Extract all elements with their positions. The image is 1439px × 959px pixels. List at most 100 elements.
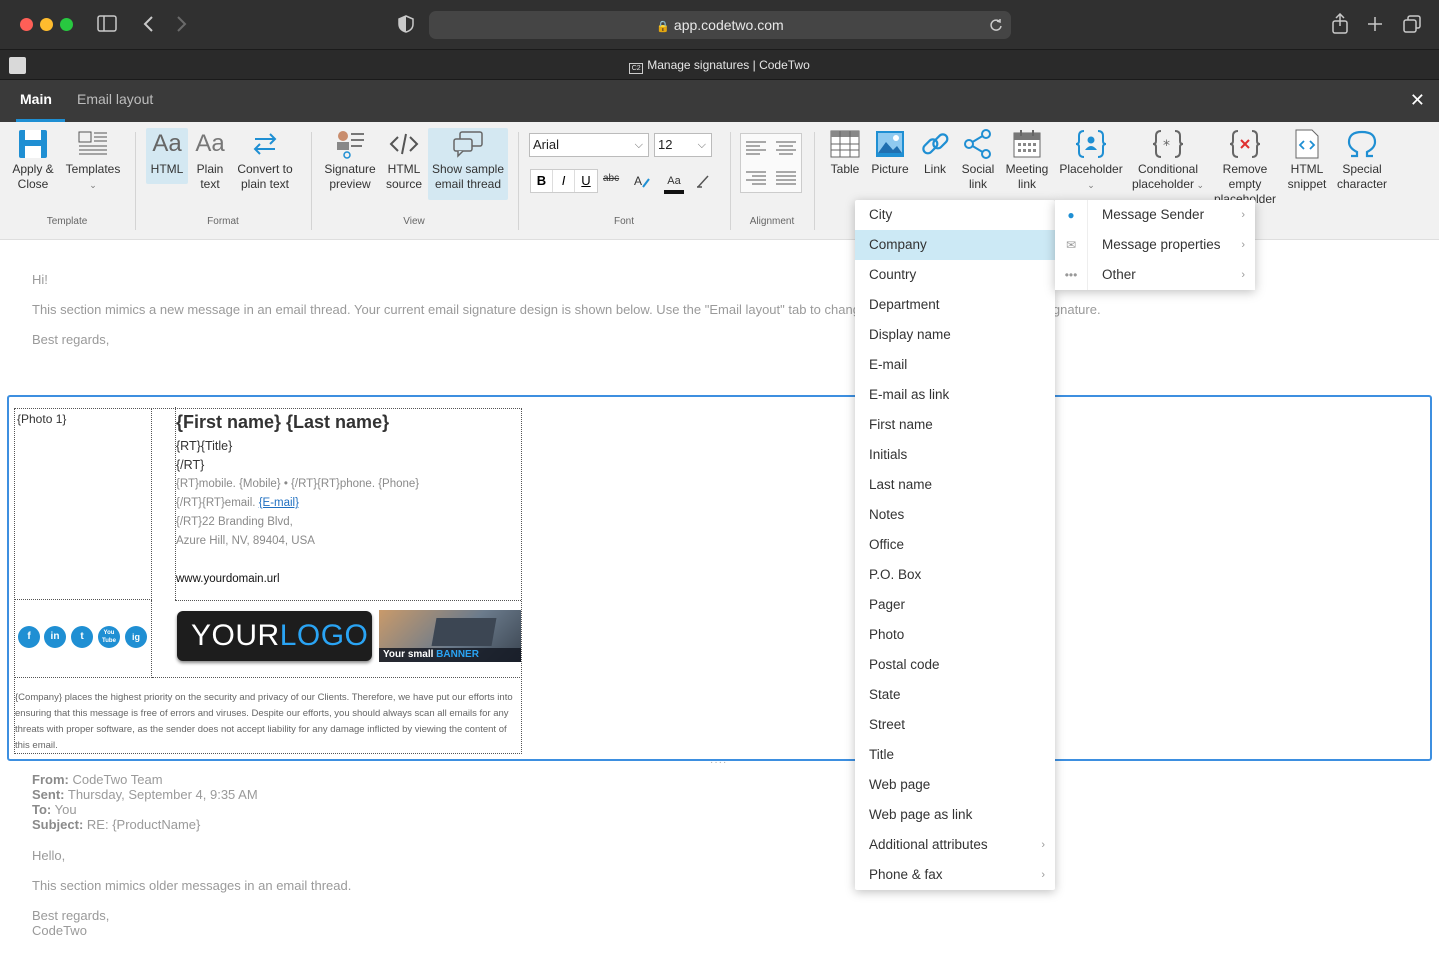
menu-item-notes[interactable]: Notes — [855, 500, 1055, 530]
editor-nav: Main Email layout ✕ — [0, 80, 1439, 122]
signature-email-link[interactable]: {E-mail} — [259, 497, 299, 509]
tab-main[interactable]: Main — [16, 80, 65, 122]
strikethrough-button[interactable]: abc — [603, 173, 619, 184]
templates-button[interactable]: Templates ⌄ — [64, 128, 122, 193]
submenu-item-message-sender[interactable]: ● Message Sender › — [1055, 200, 1255, 230]
photo-cell[interactable]: {Photo 1} — [15, 409, 152, 600]
share-icon[interactable] — [1331, 13, 1349, 35]
menu-item-photo[interactable]: Photo — [855, 620, 1055, 650]
clear-format-icon[interactable] — [696, 173, 710, 189]
insert-meeting-link-button[interactable]: Meeting link — [1004, 128, 1050, 192]
older-message-text: This section mimics older messages in an… — [32, 878, 352, 893]
menu-item-web-page-as-link[interactable]: Web page as link — [855, 800, 1055, 830]
menu-item-title[interactable]: Title — [855, 740, 1055, 770]
signature-preview-button[interactable]: Signature preview — [322, 128, 378, 192]
apply-close-button[interactable]: Apply & Close — [6, 128, 60, 192]
signature-phones: {RT}mobile. {Mobile} • {/RT}{RT}phone. {… — [176, 478, 420, 490]
svg-text:*: * — [1163, 138, 1170, 154]
meta-to: To: You — [32, 802, 77, 817]
insert-special-character-button[interactable]: Special character — [1334, 128, 1390, 192]
show-sample-thread-button[interactable]: Show sample email thread — [428, 128, 508, 200]
menu-item-company[interactable]: Company — [855, 230, 1055, 260]
menu-item-email-as-link[interactable]: E-mail as link — [855, 380, 1055, 410]
tab-title[interactable]: C2 Manage signatures | CodeTwo — [0, 50, 1439, 80]
close-window-button[interactable] — [20, 18, 33, 31]
chevron-down-icon: ⌄ — [1087, 180, 1095, 190]
insert-link-button[interactable]: Link — [916, 128, 954, 177]
insert-table-button[interactable]: Table — [826, 128, 864, 177]
remove-empty-placeholder-button[interactable]: Remove empty placeholder — [1212, 128, 1278, 207]
forward-icon[interactable] — [176, 15, 188, 33]
alignment-grid — [740, 133, 802, 193]
menu-item-web-page[interactable]: Web page — [855, 770, 1055, 800]
picture-icon — [876, 131, 904, 157]
chevron-right-icon: › — [1241, 269, 1245, 281]
html-format-button[interactable]: Aa HTML — [146, 128, 188, 184]
font-color-button[interactable]: Aa — [664, 171, 684, 194]
shield-icon[interactable] — [398, 15, 414, 33]
align-justify-icon[interactable] — [776, 170, 796, 186]
align-left-icon[interactable] — [746, 140, 766, 156]
tab-email-layout[interactable]: Email layout — [73, 80, 157, 122]
menu-item-postal-code[interactable]: Postal code — [855, 650, 1055, 680]
reload-icon[interactable] — [989, 18, 1003, 32]
sidebar-icon[interactable] — [97, 15, 117, 33]
html-source-button[interactable]: HTML source — [384, 128, 424, 192]
menu-item-additional-attributes[interactable]: Additional attributes › — [855, 830, 1055, 860]
calendar-icon — [1013, 130, 1041, 158]
chevron-right-icon: › — [1041, 869, 1045, 881]
resize-handle[interactable]: ···· — [710, 757, 727, 768]
highlight-icon[interactable]: A — [633, 173, 651, 189]
font-size-select[interactable]: 12 ⌵ — [654, 133, 712, 157]
align-right-icon[interactable] — [746, 170, 766, 186]
menu-item-last-name[interactable]: Last name — [855, 470, 1055, 500]
submenu-item-message-properties[interactable]: ✉ Message properties › — [1055, 230, 1255, 260]
maximize-window-button[interactable] — [60, 18, 73, 31]
minimize-window-button[interactable] — [40, 18, 53, 31]
menu-item-country[interactable]: Country — [855, 260, 1055, 290]
older-sign: CodeTwo — [32, 923, 87, 938]
underline-button[interactable]: U — [575, 170, 597, 192]
menu-item-initials[interactable]: Initials — [855, 440, 1055, 470]
submenu-item-other[interactable]: ••• Other › — [1055, 260, 1255, 290]
chevron-down-icon: ⌄ — [89, 180, 97, 190]
divider — [175, 600, 521, 601]
insert-placeholder-button[interactable]: Placeholder ⌄ — [1058, 128, 1124, 193]
insert-social-link-button[interactable]: Social link — [958, 128, 998, 192]
convert-plain-button[interactable]: Convert to plain text — [234, 128, 296, 192]
menu-item-street[interactable]: Street — [855, 710, 1055, 740]
text-style-group: B I U — [530, 169, 598, 193]
bold-button[interactable]: B — [531, 170, 553, 192]
conditional-placeholder-button[interactable]: * Conditional placeholder ⌄ — [1130, 128, 1206, 193]
menu-item-state[interactable]: State — [855, 680, 1055, 710]
address-bar[interactable]: 🔒 app.codetwo.com — [429, 11, 1011, 39]
more-dots-icon: ••• — [1055, 260, 1088, 290]
new-tab-icon[interactable] — [1367, 16, 1383, 32]
menu-item-department[interactable]: Department — [855, 290, 1055, 320]
signature-email-line: {/RT}{RT}email. {E-mail} — [176, 497, 299, 509]
chevron-right-icon: › — [1241, 239, 1245, 251]
group-label-font: Font — [613, 216, 634, 227]
italic-button[interactable]: I — [553, 170, 575, 192]
menu-item-office[interactable]: Office — [855, 530, 1055, 560]
close-editor-button[interactable]: ✕ — [1410, 90, 1425, 111]
tabs-overview-icon[interactable] — [1403, 15, 1421, 33]
menu-item-first-name[interactable]: First name — [855, 410, 1055, 440]
youtube-icon: You Tube — [98, 626, 120, 648]
menu-item-phone-fax[interactable]: Phone & fax › — [855, 860, 1055, 890]
url-text: app.codetwo.com — [673, 17, 784, 33]
menu-item-city[interactable]: City — [855, 200, 1055, 230]
insert-picture-button[interactable]: Picture — [870, 128, 910, 177]
font-family-select[interactable]: Arial ⌵ — [529, 133, 649, 157]
codetwo-favicon-icon: C2 — [629, 63, 644, 74]
plain-text-button[interactable]: Aa Plain text — [192, 128, 228, 192]
menu-item-pager[interactable]: Pager — [855, 590, 1055, 620]
align-center-icon[interactable] — [776, 140, 796, 156]
conditional-placeholder-icon: * — [1152, 130, 1184, 158]
menu-item-display-name[interactable]: Display name — [855, 320, 1055, 350]
menu-item-po-box[interactable]: P.O. Box — [855, 560, 1055, 590]
insert-html-snippet-button[interactable]: HTML snippet — [1284, 128, 1330, 192]
signature-disclaimer: {Company} places the highest priority on… — [15, 692, 513, 751]
back-icon[interactable] — [142, 15, 154, 33]
menu-item-email[interactable]: E-mail — [855, 350, 1055, 380]
